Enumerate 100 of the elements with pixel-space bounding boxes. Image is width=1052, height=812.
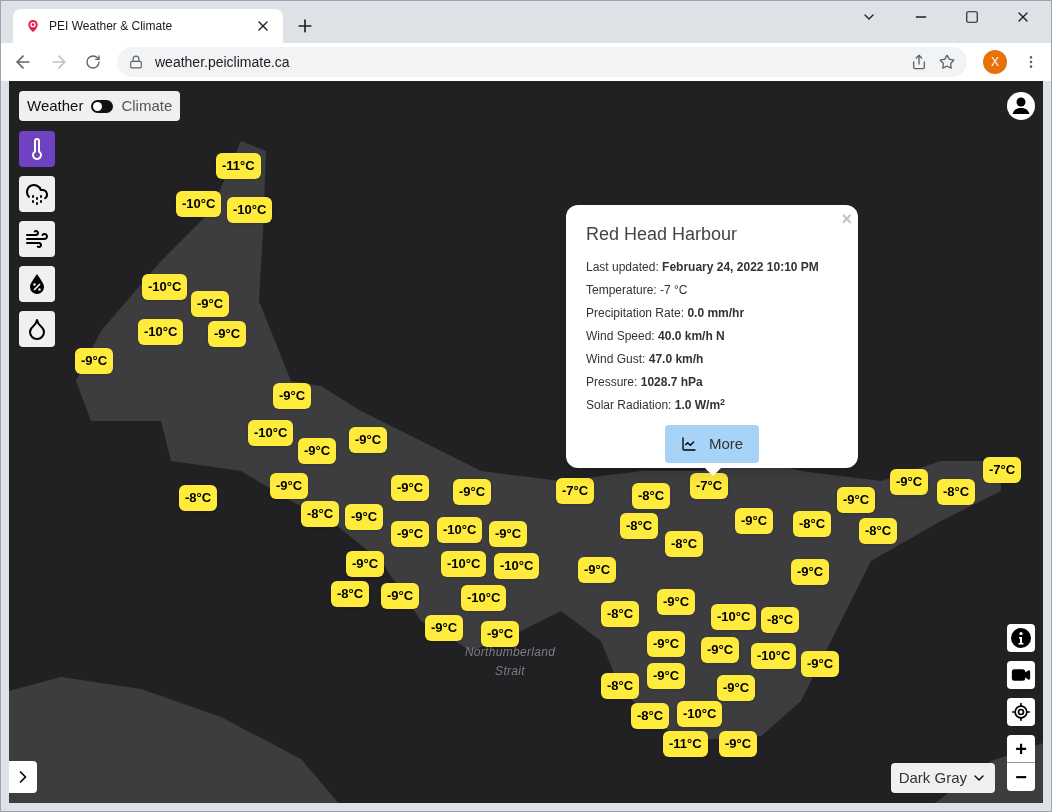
temperature-marker[interactable]: -9°C — [837, 487, 876, 513]
temperature-marker[interactable]: -8°C — [631, 703, 670, 729]
temperature-marker[interactable]: -8°C — [620, 513, 659, 539]
temperature-marker[interactable]: -9°C — [75, 348, 114, 374]
temperature-marker[interactable]: -9°C — [391, 475, 430, 501]
popup-field: Solar Radiation: 1.0 W/m$^{2}$ — [586, 394, 838, 417]
temperature-marker[interactable]: -9°C — [270, 473, 309, 499]
mode-toggle[interactable]: Weather Climate — [19, 91, 181, 121]
temperature-marker[interactable]: -10°C — [461, 585, 507, 611]
temperature-marker[interactable]: -9°C — [453, 479, 492, 505]
temperature-marker[interactable]: -9°C — [489, 521, 528, 547]
temperature-marker[interactable]: -9°C — [345, 504, 384, 530]
info-icon — [1011, 628, 1031, 648]
temperature-marker[interactable]: -11°C — [216, 153, 261, 179]
bookmark-star-icon[interactable] — [939, 54, 955, 70]
temperature-marker[interactable]: -9°C — [735, 508, 774, 534]
temperature-marker[interactable]: -9°C — [801, 651, 840, 677]
popup-field: Last updated: February 24, 2022 10:10 PM — [586, 256, 838, 279]
temperature-marker[interactable]: -10°C — [138, 319, 184, 345]
zoom-out-button[interactable]: − — [1007, 763, 1035, 791]
temperature-marker[interactable]: -10°C — [677, 701, 723, 727]
temperature-marker[interactable]: -9°C — [717, 675, 756, 701]
temperature-marker[interactable]: -9°C — [349, 427, 388, 453]
more-button[interactable]: More — [664, 425, 760, 463]
toggle-switch[interactable] — [91, 99, 114, 113]
video-button[interactable] — [1007, 661, 1035, 689]
rain-cloud-icon — [25, 182, 49, 206]
temperature-marker[interactable]: -9°C — [346, 551, 385, 577]
popup-field: Wind Gust: 47.0 km/h — [586, 348, 838, 371]
temperature-marker[interactable]: -9°C — [647, 663, 686, 689]
browser-tab[interactable]: PEI Weather & Climate — [13, 9, 283, 43]
temperature-marker[interactable]: -10°C — [227, 197, 273, 223]
temperature-marker[interactable]: -8°C — [632, 483, 671, 509]
locate-button[interactable] — [1007, 698, 1035, 726]
popup-title: Red Head Harbour — [586, 223, 739, 246]
temperature-marker[interactable]: -10°C — [494, 553, 540, 579]
basemap-select[interactable]: Dark Gray — [890, 763, 995, 793]
map-pin-icon — [25, 18, 41, 34]
temperature-marker[interactable]: -8°C — [301, 501, 340, 527]
temperature-marker[interactable]: -7°C — [983, 457, 1022, 483]
zoom-in-button[interactable]: + — [1007, 735, 1035, 763]
temperature-marker[interactable]: -7°C — [556, 478, 595, 504]
temperature-marker[interactable]: -9°C — [273, 383, 312, 409]
temperature-marker[interactable]: -9°C — [701, 637, 740, 663]
info-button[interactable] — [1007, 624, 1035, 652]
temperature-marker[interactable]: -10°C — [441, 551, 487, 577]
temperature-marker[interactable]: -9°C — [890, 469, 929, 495]
layer-button[interactable] — [19, 221, 55, 257]
temperature-marker[interactable]: -7°C — [690, 473, 729, 499]
temperature-marker[interactable]: -10°C — [142, 274, 188, 300]
crosshair-icon — [1011, 702, 1031, 722]
popup-field: Wind Speed: 40.0 km/h N — [586, 325, 838, 348]
layer-button[interactable] — [19, 311, 55, 347]
temperature-marker[interactable]: -8°C — [793, 511, 832, 537]
temperature-marker[interactable]: -9°C — [381, 583, 420, 609]
weather-label: Weather — [27, 95, 84, 116]
address-bar[interactable]: weather.peiclimate.ca — [117, 47, 967, 77]
temperature-marker[interactable]: -9°C — [719, 731, 758, 757]
temperature-marker[interactable]: -10°C — [176, 191, 222, 217]
share-icon[interactable] — [911, 54, 927, 70]
temperature-marker[interactable]: -10°C — [437, 517, 483, 543]
temperature-marker[interactable]: -9°C — [191, 291, 230, 317]
map-label: Northumberland Strait — [463, 644, 557, 680]
temperature-marker[interactable]: -9°C — [208, 321, 247, 347]
popup-field: Precipitation Rate: 0.0 mm/hr — [586, 302, 838, 325]
temperature-marker[interactable]: -9°C — [298, 438, 337, 464]
lock-icon — [129, 55, 143, 69]
temperature-marker[interactable]: -10°C — [751, 643, 797, 669]
temperature-marker[interactable]: -9°C — [791, 559, 830, 585]
temperature-marker[interactable]: -8°C — [665, 531, 704, 557]
temperature-marker[interactable]: -8°C — [601, 601, 640, 627]
temperature-marker[interactable]: -9°C — [425, 615, 464, 641]
temperature-marker[interactable]: -9°C — [481, 621, 520, 647]
temperature-marker[interactable]: -8°C — [331, 581, 370, 607]
temperature-marker[interactable]: -8°C — [601, 673, 640, 699]
temperature-marker[interactable]: -8°C — [859, 518, 898, 544]
maximize-icon[interactable] — [965, 10, 979, 24]
user-account-icon[interactable] — [1007, 92, 1035, 120]
layer-button[interactable] — [19, 176, 55, 212]
popup-field: Pressure: 1028.7 hPa — [586, 371, 838, 394]
temperature-marker[interactable]: -11°C — [663, 731, 708, 757]
temperature-marker[interactable]: -9°C — [647, 631, 686, 657]
temperature-marker[interactable]: -8°C — [179, 485, 218, 511]
line-chart-icon — [680, 436, 697, 452]
temperature-marker[interactable]: -8°C — [937, 479, 976, 505]
temperature-marker[interactable]: -8°C — [761, 607, 800, 633]
popup-field: Temperature: -7 °C — [586, 279, 838, 302]
layer-button[interactable] — [19, 266, 55, 302]
temperature-marker[interactable]: -9°C — [391, 521, 430, 547]
reload-icon[interactable] — [85, 54, 101, 70]
temperature-marker[interactable]: -10°C — [711, 604, 757, 630]
temperature-marker[interactable]: -9°C — [657, 589, 696, 615]
expand-panel-button[interactable] — [9, 761, 37, 793]
wind-icon — [25, 227, 49, 251]
temperature-marker[interactable]: -10°C — [248, 420, 294, 446]
tab-title: PEI Weather & Climate — [49, 18, 174, 35]
url-text: weather.peiclimate.ca — [155, 52, 291, 72]
layer-button[interactable] — [19, 131, 55, 167]
temperature-marker[interactable]: -9°C — [578, 557, 617, 583]
climate-label: Climate — [121, 95, 173, 116]
